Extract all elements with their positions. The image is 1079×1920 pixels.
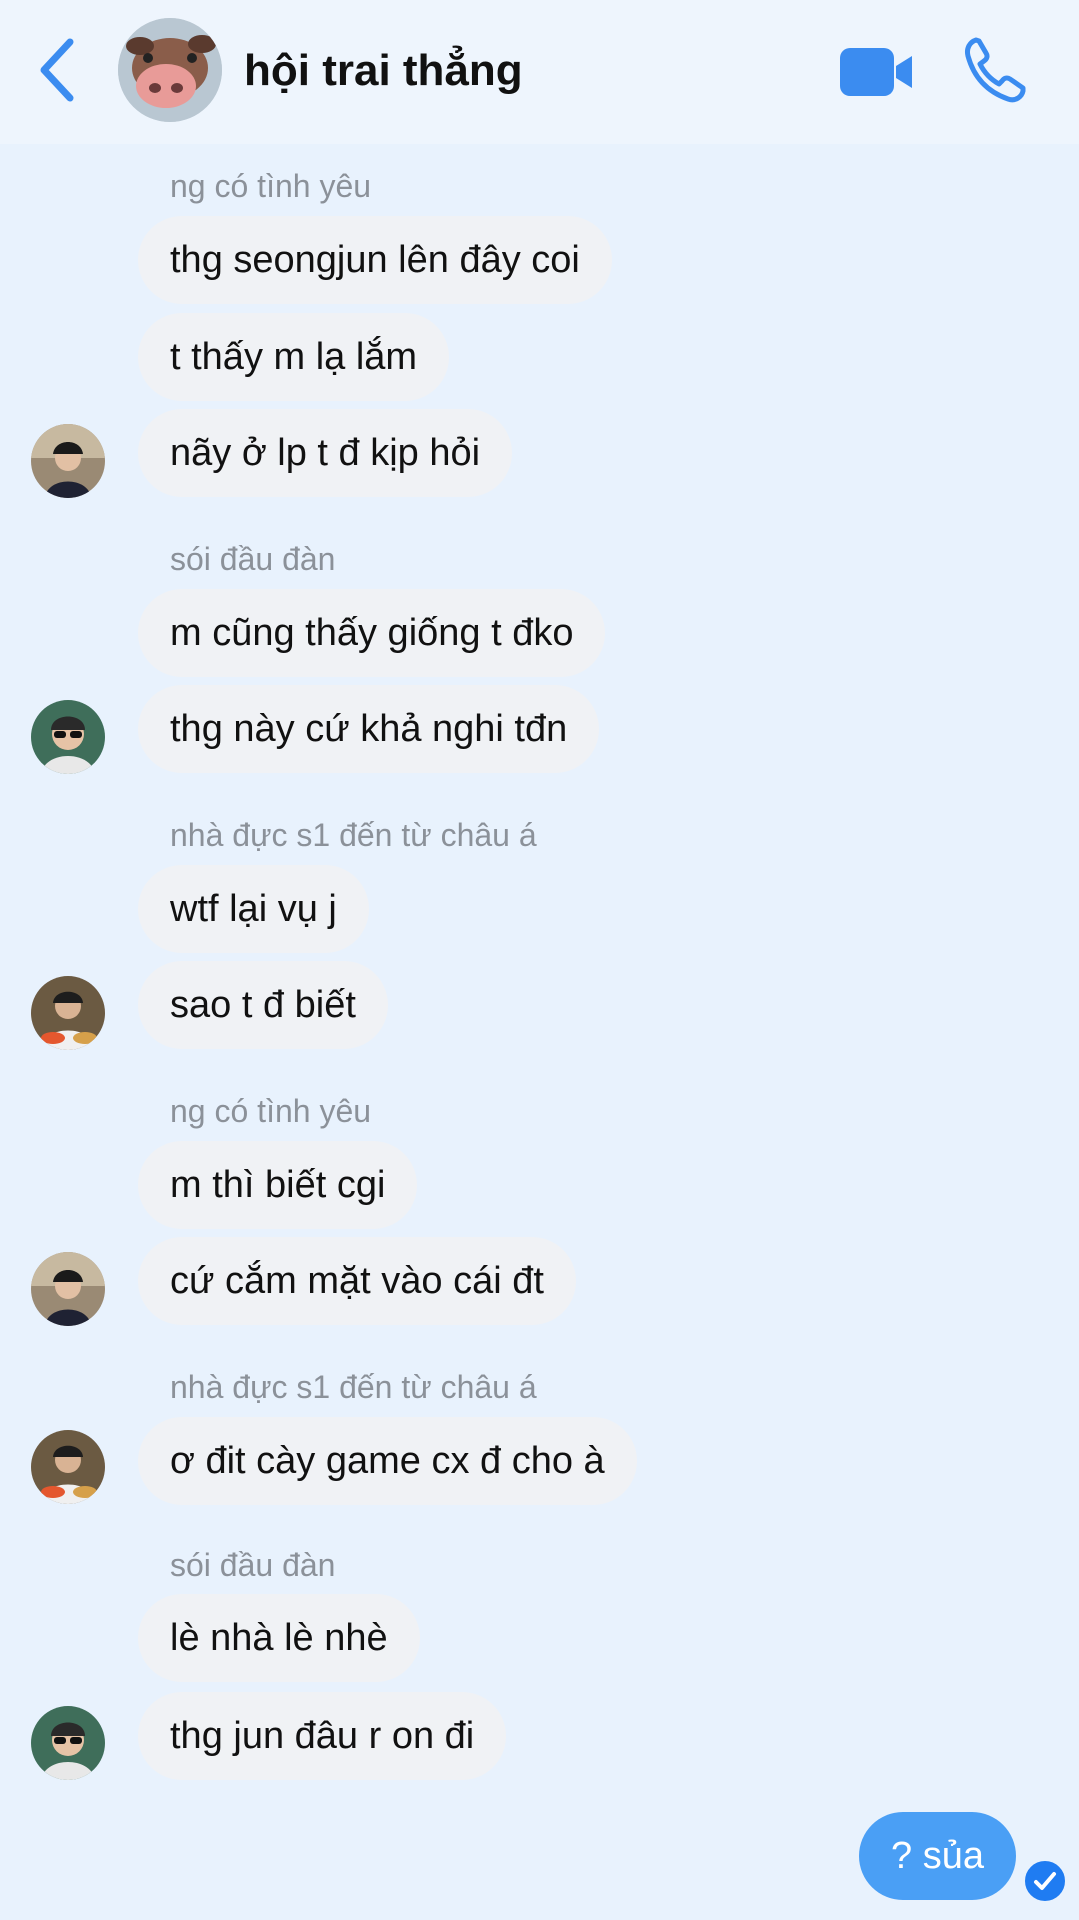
sender-name: ng có tình yêu [170, 168, 372, 204]
sender-name: nhà đực s1 đến từ châu á [170, 817, 537, 853]
message-bubble[interactable]: thg seongjun lên đây coi [138, 216, 612, 304]
my-message-bubble[interactable]: ? sủa [859, 1812, 1016, 1900]
message-bubble[interactable]: ơ đit cày game cx đ cho à [138, 1417, 637, 1505]
sender-name: sói đầu đàn [170, 1547, 336, 1583]
avatar-food-image [31, 1430, 105, 1504]
message-bubble[interactable]: t thấy m lạ lắm [138, 313, 450, 401]
back-chevron-icon [40, 38, 74, 102]
video-call-icon [840, 48, 912, 96]
sender-avatar[interactable] [31, 424, 105, 498]
sender-avatar[interactable] [31, 1706, 105, 1780]
seen-status [1022, 1858, 1068, 1904]
sender-name: nhà đực s1 đến từ châu á [170, 1369, 537, 1405]
sender-name: sói đầu đàn [170, 541, 336, 577]
message-bubble[interactable]: m thì biết cgi [138, 1141, 418, 1229]
message-bubble[interactable]: nãy ở lp t đ kịp hỏi [138, 409, 513, 497]
phone-icon [965, 37, 1026, 103]
sender-avatar[interactable] [31, 700, 105, 774]
message-bubble[interactable]: m cũng thấy giống t đko [138, 589, 606, 677]
sender-name: ng có tình yêu [170, 1093, 372, 1129]
avatar-sunglasses-image [31, 700, 105, 774]
sender-avatar[interactable] [31, 1430, 105, 1504]
seen-check-icon [1034, 1872, 1056, 1890]
message-bubble[interactable]: thg này cứ khả nghi tđn [138, 685, 600, 773]
avatar-food-image [31, 976, 105, 1050]
message-bubble[interactable]: wtf lại vụ j [138, 865, 369, 953]
message-bubble[interactable]: thg jun đâu r on đi [138, 1692, 507, 1780]
sender-avatar[interactable] [31, 976, 105, 1050]
back-button[interactable] [30, 36, 90, 104]
group-avatar[interactable] [118, 18, 222, 122]
cow-face-image [118, 18, 222, 122]
sender-avatar[interactable] [31, 1252, 105, 1326]
avatar-sunglasses-image [31, 1706, 105, 1780]
chat-title: hội trai thẳng [244, 46, 523, 95]
chat-header: hội trai thẳng [0, 0, 1079, 144]
video-call-button[interactable] [838, 44, 916, 100]
message-bubble[interactable]: sao t đ biết [138, 961, 388, 1049]
avatar-cap-boy-image [31, 1252, 105, 1326]
avatar-cap-boy-image [31, 424, 105, 498]
voice-call-button[interactable] [962, 36, 1026, 104]
message-bubble[interactable]: lè nhà lè nhè [138, 1594, 420, 1682]
message-bubble[interactable]: cứ cắm mặt vào cái đt [138, 1237, 576, 1325]
